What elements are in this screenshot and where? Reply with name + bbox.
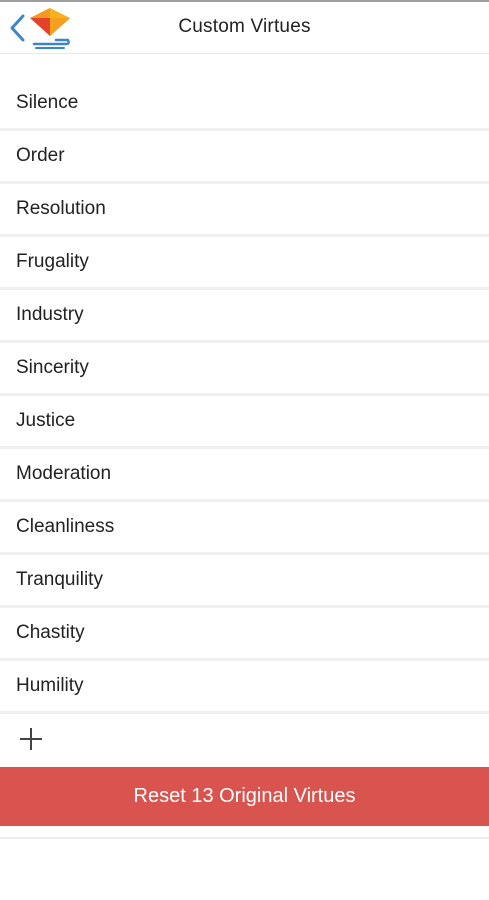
list-item[interactable]: Chastity [0,608,489,661]
list-item[interactable]: Cleanliness [0,502,489,555]
page-title: Custom Virtues [178,16,311,37]
reset-virtues-button[interactable]: Reset 13 Original Virtues [0,767,489,826]
virtue-label: Industry [16,304,84,325]
list-item[interactable]: Order [0,131,489,184]
add-virtue-row [0,710,489,766]
plus-icon [20,728,42,750]
virtue-label: Chastity [16,622,85,643]
list-item[interactable]: Humility [0,661,489,714]
bottom-divider [0,837,489,839]
list-item[interactable]: Silence [0,78,489,131]
virtue-label: Humility [16,675,84,696]
add-virtue-button[interactable] [18,726,44,752]
virtue-label: Justice [16,410,76,431]
virtue-label: Silence [16,92,79,113]
list-item[interactable]: Frugality [0,237,489,290]
list-item[interactable]: Resolution [0,184,489,237]
virtue-label: Tranquility [16,569,103,590]
list-item[interactable]: Sincerity [0,343,489,396]
virtue-label: Resolution [16,198,106,219]
virtue-label: Frugality [16,251,89,272]
app-header: Custom Virtues [0,2,489,54]
virtue-label: Moderation [16,463,112,484]
list-item[interactable]: Moderation [0,449,489,502]
virtue-label: Cleanliness [16,516,115,537]
list-item[interactable]: Justice [0,396,489,449]
virtue-label: Order [16,145,65,166]
virtue-list: Silence Order Resolution Frugality Indus… [0,78,489,714]
list-item[interactable]: Tranquility [0,555,489,608]
virtue-label: Sincerity [16,357,89,378]
list-item[interactable]: Industry [0,290,489,343]
